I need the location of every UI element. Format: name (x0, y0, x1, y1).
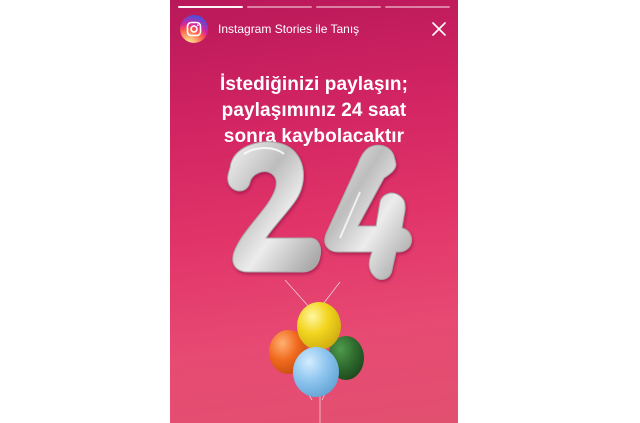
latex-balloons (269, 302, 364, 397)
page: Instagram Stories ile Tanış İstediğinizi… (0, 0, 640, 423)
progress-segment (247, 6, 312, 8)
progress-segment (385, 6, 450, 8)
caption-line: paylaşımınız 24 saat (221, 100, 407, 121)
story-progress-bar (178, 6, 450, 8)
balloon-yellow (297, 302, 341, 350)
foil-balloon-digit-2 (227, 141, 321, 273)
instagram-logo-icon[interactable] (180, 15, 208, 43)
close-button[interactable] (428, 18, 450, 40)
progress-segment (178, 6, 243, 8)
progress-segment (316, 6, 381, 8)
balloons-photo (227, 141, 413, 423)
balloon-blue (293, 347, 339, 397)
close-icon (432, 22, 446, 36)
caption-line: İstediğinizi paylaşın; (219, 74, 409, 95)
account-name[interactable]: Instagram Stories ile Tanış (218, 22, 428, 36)
story-header: Instagram Stories ile Tanış (180, 13, 450, 45)
story-viewer[interactable]: Instagram Stories ile Tanış İstediğinizi… (170, 0, 458, 423)
foil-balloon-digit-4 (324, 144, 413, 280)
